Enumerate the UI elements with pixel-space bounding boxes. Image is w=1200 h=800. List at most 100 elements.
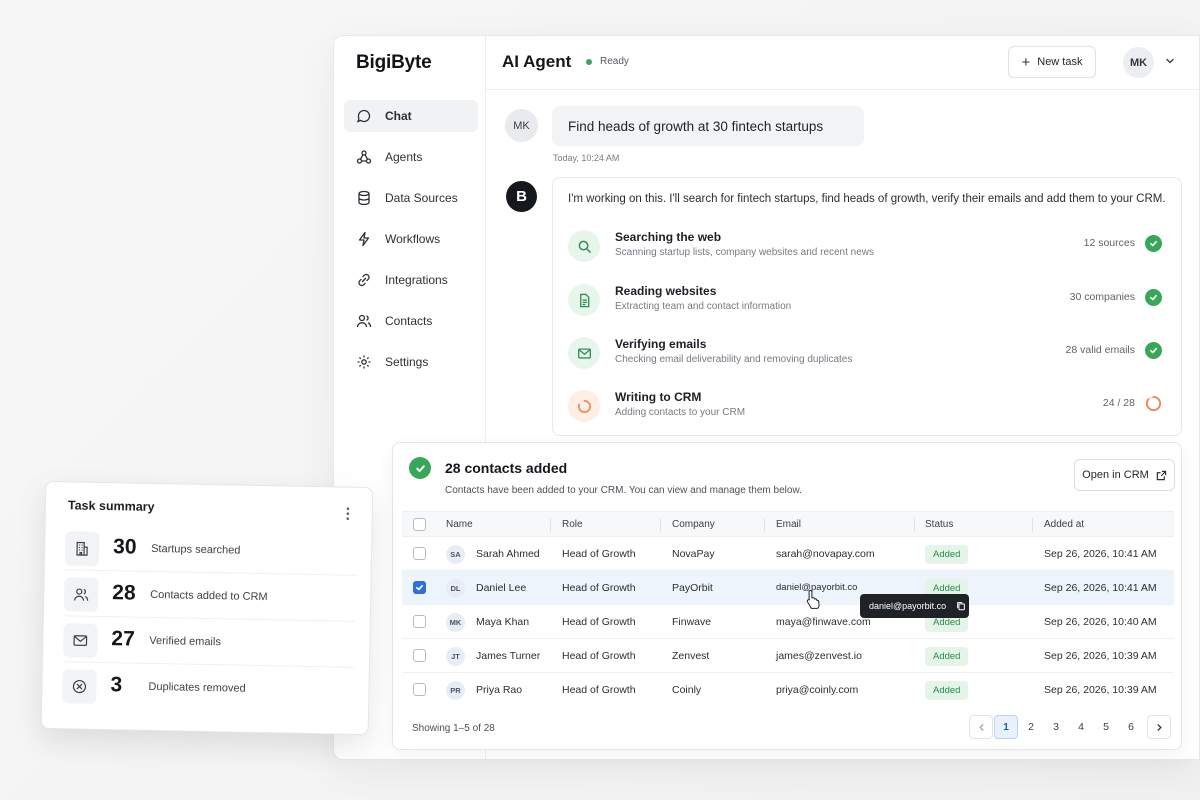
page-button-4[interactable]: 4	[1069, 715, 1093, 739]
sidebar-item-integrations[interactable]: Integrations	[344, 264, 478, 296]
column-divider	[764, 518, 765, 532]
contact-email[interactable]: maya@finwave.com	[776, 616, 871, 628]
contact-role: Head of Growth	[562, 616, 636, 628]
row-checkbox[interactable]	[413, 683, 426, 696]
check-circle-icon	[1145, 342, 1162, 359]
column-header-status[interactable]: Status	[925, 519, 953, 530]
top-bar: AI Agent Ready + New task MK	[486, 36, 1199, 90]
summary-label: Duplicates removed	[148, 680, 246, 695]
contact-company: Zenvest	[672, 650, 710, 662]
panel-title: 28 contacts added	[445, 460, 568, 476]
open-in-crm-label: Open in CRM	[1082, 469, 1149, 481]
status-dot-icon	[586, 58, 592, 65]
step-subtitle: Adding contacts to your CRM	[615, 407, 746, 418]
database-icon	[358, 190, 370, 206]
brand-logo[interactable]: BigiByte	[356, 52, 432, 74]
summary-icon-bg	[63, 623, 98, 658]
table-row-selected[interactable]: DL Daniel Lee Head of Growth PayOrbit da…	[402, 571, 1174, 605]
lightning-icon	[358, 231, 370, 247]
contact-company: PayOrbit	[672, 582, 713, 594]
contact-email[interactable]: priya@coinly.com	[776, 684, 858, 696]
summary-label: Startups searched	[151, 542, 241, 557]
external-link-icon	[1156, 470, 1167, 480]
column-header-email[interactable]: Email	[776, 519, 801, 530]
pagination-summary: Showing 1–5 of 28	[412, 723, 495, 734]
page-button-1[interactable]: 1	[994, 715, 1018, 739]
user-message-avatar: MK	[505, 109, 538, 142]
table-row[interactable]: SA Sarah Ahmed Head of Growth NovaPay sa…	[402, 537, 1174, 571]
table-row[interactable]: JT James Turner Head of Growth Zenvest j…	[402, 639, 1174, 673]
check-circle-icon	[1145, 289, 1162, 306]
sidebar-item-data-sources[interactable]: Data Sources	[344, 182, 478, 214]
summary-value: 30	[112, 535, 137, 559]
step-subtitle: Extracting team and contact information	[615, 301, 792, 312]
x-circle-icon	[72, 679, 87, 694]
check-circle-icon	[1145, 235, 1162, 252]
page-button-6[interactable]: 6	[1119, 715, 1143, 739]
progress-ring-icon	[577, 399, 591, 413]
row-checkbox-checked[interactable]	[413, 581, 426, 594]
sidebar-item-label: Settings	[385, 355, 429, 369]
column-header-name[interactable]: Name	[446, 519, 473, 530]
contact-role: Head of Growth	[562, 548, 636, 560]
message-timestamp: Today, 10:24 AM	[553, 153, 620, 163]
sidebar-item-contacts[interactable]: Contacts	[344, 305, 478, 337]
status-badge: Added	[925, 681, 969, 700]
sidebar-item-workflows[interactable]: Workflows	[344, 223, 478, 255]
tooltip-text: daniel@payorbit.co	[869, 601, 947, 611]
mail-icon	[577, 347, 591, 359]
step-icon-bg	[568, 284, 600, 316]
pagination: 1 2 3 4 5 6	[969, 715, 1172, 739]
agent-message-text: I'm working on this. I'll search for fin…	[568, 193, 1166, 205]
chevron-down-icon[interactable]	[1164, 55, 1176, 67]
status-badge: Added	[925, 545, 969, 564]
sidebar-item-label: Contacts	[385, 314, 433, 328]
sidebar-item-agents[interactable]: Agents	[344, 141, 478, 173]
open-in-crm-button[interactable]: Open in CRM	[1074, 459, 1175, 491]
contact-added-at: Sep 26, 2026, 10:41 AM	[1044, 582, 1157, 594]
email-copy-tooltip: daniel@payorbit.co	[860, 594, 969, 618]
column-header-role[interactable]: Role	[562, 519, 583, 530]
contact-email[interactable]: sarah@novapay.com	[776, 548, 875, 560]
summary-icon-bg	[64, 531, 100, 566]
sidebar-item-settings[interactable]: Settings	[344, 346, 478, 378]
step-icon-bg	[568, 390, 600, 422]
previous-page-button[interactable]	[969, 715, 993, 739]
contact-avatar: PR	[446, 681, 465, 700]
contact-name: Sarah Ahmed	[476, 548, 540, 560]
step-meta: 12 sources	[1083, 237, 1135, 249]
new-task-button[interactable]: + New task	[1008, 46, 1096, 78]
more-options-icon[interactable]	[346, 507, 350, 521]
user-message: Find heads of growth at 30 fintech start…	[552, 106, 864, 146]
contact-added-at: Sep 26, 2026, 10:40 AM	[1044, 616, 1157, 628]
sidebar-item-chat[interactable]: Chat	[344, 100, 478, 132]
contact-name: Priya Rao	[476, 684, 523, 696]
user-avatar[interactable]: MK	[1123, 47, 1154, 78]
task-summary-card: Task summary 30 Startups searched 28 Con…	[40, 480, 374, 736]
sidebar-item-label: Data Sources	[385, 191, 458, 205]
page-button-2[interactable]: 2	[1019, 715, 1043, 739]
contact-role: Head of Growth	[562, 582, 636, 594]
table-row[interactable]: MK Maya Khan Head of Growth Finwave maya…	[402, 605, 1174, 639]
status-text: Ready	[600, 56, 629, 67]
next-page-button[interactable]	[1147, 715, 1171, 739]
select-all-checkbox[interactable]	[413, 518, 426, 531]
page-button-3[interactable]: 3	[1044, 715, 1068, 739]
contact-added-at: Sep 26, 2026, 10:39 AM	[1044, 650, 1157, 662]
contact-company: NovaPay	[672, 548, 715, 560]
column-divider	[660, 518, 661, 532]
column-header-company[interactable]: Company	[672, 519, 715, 530]
page-button-5[interactable]: 5	[1094, 715, 1118, 739]
chevron-right-icon	[1157, 723, 1162, 731]
spinner-icon	[1145, 395, 1162, 412]
step-title: Searching the web	[615, 230, 722, 244]
column-header-added-at[interactable]: Added at	[1044, 519, 1084, 530]
contact-added-at: Sep 26, 2026, 10:39 AM	[1044, 684, 1157, 696]
row-checkbox[interactable]	[413, 649, 426, 662]
table-row[interactable]: PR Priya Rao Head of Growth Coinly priya…	[402, 673, 1174, 707]
mail-icon	[73, 635, 88, 646]
copy-icon[interactable]	[956, 601, 966, 611]
row-checkbox[interactable]	[413, 615, 426, 628]
contact-email[interactable]: james@zenvest.io	[776, 650, 862, 662]
row-checkbox[interactable]	[413, 547, 426, 560]
